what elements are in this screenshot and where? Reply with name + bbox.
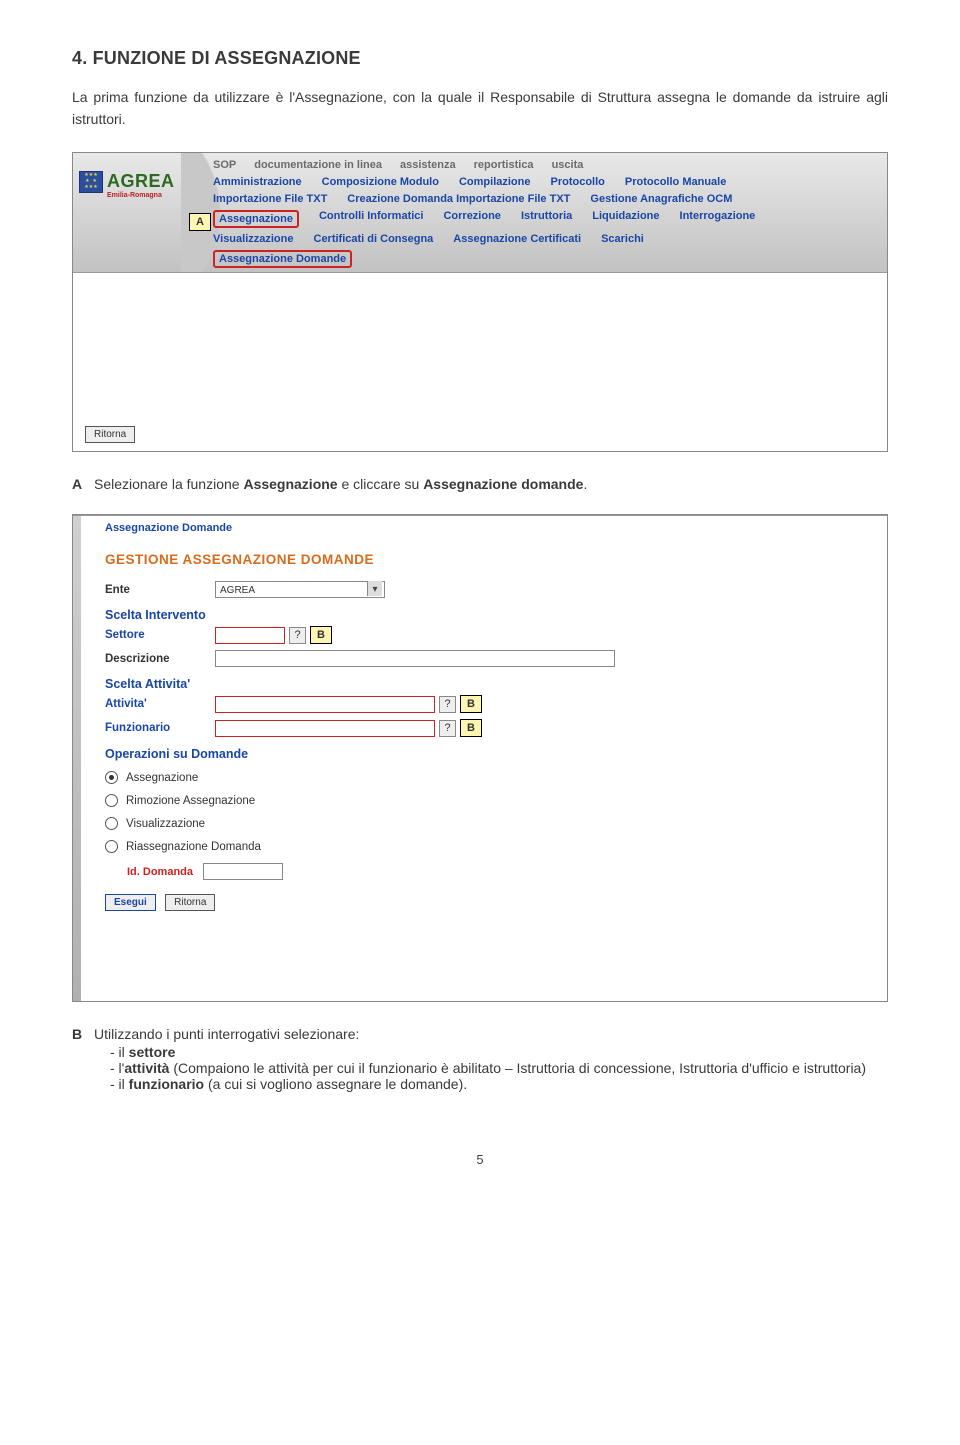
caption-B-item3: - il funzionario (a cui si vogliono asse… [110,1076,888,1092]
id-domanda-label: Id. Domanda [127,866,193,878]
caption-A-mid: e cliccare su [338,476,424,492]
menu-correzione[interactable]: Correzione [443,210,500,228]
screenshot-menu: AGREA Emilia-Romagna A SOP documentazion… [72,152,888,452]
caption-A: A Selezionare la funzione Assegnazione e… [72,476,888,492]
attivita-label: Attivita' [105,698,215,710]
radio-icon [105,771,118,784]
caption-B-item2: - l'attività (Compaiono le attività per … [72,1060,888,1076]
menu-protocollo[interactable]: Protocollo [550,176,604,188]
menu-protocollo-manuale[interactable]: Protocollo Manuale [625,176,726,188]
radio-icon [105,794,118,807]
menu-import-txt[interactable]: Importazione File TXT [213,193,327,205]
callout-box-B-3: B [460,719,482,737]
cap-bold: attività [124,1060,169,1076]
radio-label-riassegnazione: Riassegnazione Domanda [126,841,261,853]
ente-value: AGREA [216,585,259,596]
cap-text: - il [110,1044,129,1060]
menu-scarichi[interactable]: Scarichi [601,233,644,245]
menu-anagrafiche[interactable]: Gestione Anagrafiche OCM [590,193,732,205]
menu-liquidazione[interactable]: Liquidazione [592,210,659,228]
form-title: GESTIONE ASSEGNAZIONE DOMANDE [105,552,855,567]
funzionario-input[interactable] [215,720,435,737]
caption-A-suffix: . [583,476,587,492]
nav-assist[interactable]: assistenza [400,159,456,171]
settore-help-icon[interactable]: ? [289,627,306,644]
ente-label: Ente [105,584,215,596]
eu-flag-icon [79,171,103,193]
cap-bold: settore [129,1044,176,1060]
radio-icon [105,817,118,830]
radio-assegnazione[interactable]: Assegnazione [105,771,855,784]
funzionario-label: Funzionario [105,722,215,734]
nav-exit[interactable]: uscita [552,159,584,171]
ritorna-button[interactable]: Ritorna [85,426,135,443]
caption-B-item1: - il settore [110,1044,888,1060]
menu-asseg-certificati[interactable]: Assegnazione Certificati [453,233,581,245]
menu-visualizzazione[interactable]: Visualizzazione [213,233,294,245]
radio-label-visualizzazione: Visualizzazione [126,818,205,830]
settore-input[interactable] [215,627,285,644]
menu-assegnazione-highlighted[interactable]: Assegnazione [213,210,299,228]
radio-rimozione[interactable]: Rimozione Assegnazione [105,794,855,807]
radio-icon [105,840,118,853]
nav-doc[interactable]: documentazione in linea [254,159,382,171]
caption-B-letter: B [72,1026,82,1042]
radio-riassegnazione[interactable]: Riassegnazione Domanda [105,840,855,853]
section-scelta-attivita: Scelta Attivita' [105,677,855,691]
cap-text: (a cui si vogliono assegnare le domande)… [204,1076,467,1092]
caption-A-prefix: Selezionare la funzione [94,476,243,492]
nav-sop[interactable]: SOP [213,159,236,171]
menu-amministrazione[interactable]: Amministrazione [213,176,302,188]
nav-report[interactable]: reportistica [474,159,534,171]
app-header: AGREA Emilia-Romagna A SOP documentazion… [73,153,887,273]
cap-text: - l' [110,1060,124,1076]
caption-A-bold2: Assegnazione domande [423,476,583,492]
id-domanda-input[interactable] [203,863,283,880]
ente-dropdown[interactable]: AGREA [215,581,385,598]
logo-brand: AGREA [107,171,175,192]
menu-controlli[interactable]: Controlli Informatici [319,210,424,228]
esegui-button[interactable]: Esegui [105,894,156,911]
caption-A-letter: A [72,476,82,492]
menu-istruttoria[interactable]: Istruttoria [521,210,572,228]
breadcrumb: Assegnazione Domande [73,516,887,544]
cap-bold: funzionario [129,1076,204,1092]
menu-certificati[interactable]: Certificati di Consegna [314,233,434,245]
callout-box-A: A [189,213,211,231]
page-number: 5 [72,1152,888,1167]
section-heading: 4. FUNZIONE DI ASSEGNAZIONE [72,48,888,69]
funzionario-help-icon[interactable]: ? [439,720,456,737]
cap-text: - il [110,1076,129,1092]
menu-creazione-import[interactable]: Creazione Domanda Importazione File TXT [347,193,570,205]
callout-box-B-1: B [310,626,332,644]
menu-interrogazione[interactable]: Interrogazione [680,210,756,228]
cap-text: (Compaiono le attività per cui il funzio… [169,1060,866,1076]
main-menu: SOP documentazione in linea assistenza r… [213,159,879,273]
attivita-help-icon[interactable]: ? [439,696,456,713]
ritorna-button-form[interactable]: Ritorna [165,894,215,911]
radio-label-rimozione: Rimozione Assegnazione [126,795,255,807]
radio-visualizzazione[interactable]: Visualizzazione [105,817,855,830]
screenshot-form: Assegnazione Domande GESTIONE ASSEGNAZIO… [72,514,888,1002]
caption-B-lead: Utilizzando i punti interrogativi selezi… [94,1026,359,1042]
caption-B: B Utilizzando i punti interrogativi sele… [72,1026,888,1092]
descrizione-input[interactable] [215,650,615,667]
callout-box-B-2: B [460,695,482,713]
menu-compilazione[interactable]: Compilazione [459,176,531,188]
section-operazioni: Operazioni su Domande [105,747,855,761]
top-nav: SOP documentazione in linea assistenza r… [213,159,879,171]
radio-label-assegnazione: Assegnazione [126,772,198,784]
agrea-logo: AGREA Emilia-Romagna [79,171,175,199]
settore-label: Settore [105,629,215,641]
intro-paragraph: La prima funzione da utilizzare è l'Asse… [72,87,888,130]
menu-assegnazione-domande-highlighted[interactable]: Assegnazione Domande [213,250,352,268]
descrizione-label: Descrizione [105,653,215,665]
logo-sub: Emilia-Romagna [107,192,175,199]
attivita-input[interactable] [215,696,435,713]
section-scelta-intervento: Scelta Intervento [105,608,855,622]
form-sidebar [73,516,81,1001]
caption-A-bold1: Assegnazione [243,476,337,492]
menu-composizione[interactable]: Composizione Modulo [322,176,439,188]
